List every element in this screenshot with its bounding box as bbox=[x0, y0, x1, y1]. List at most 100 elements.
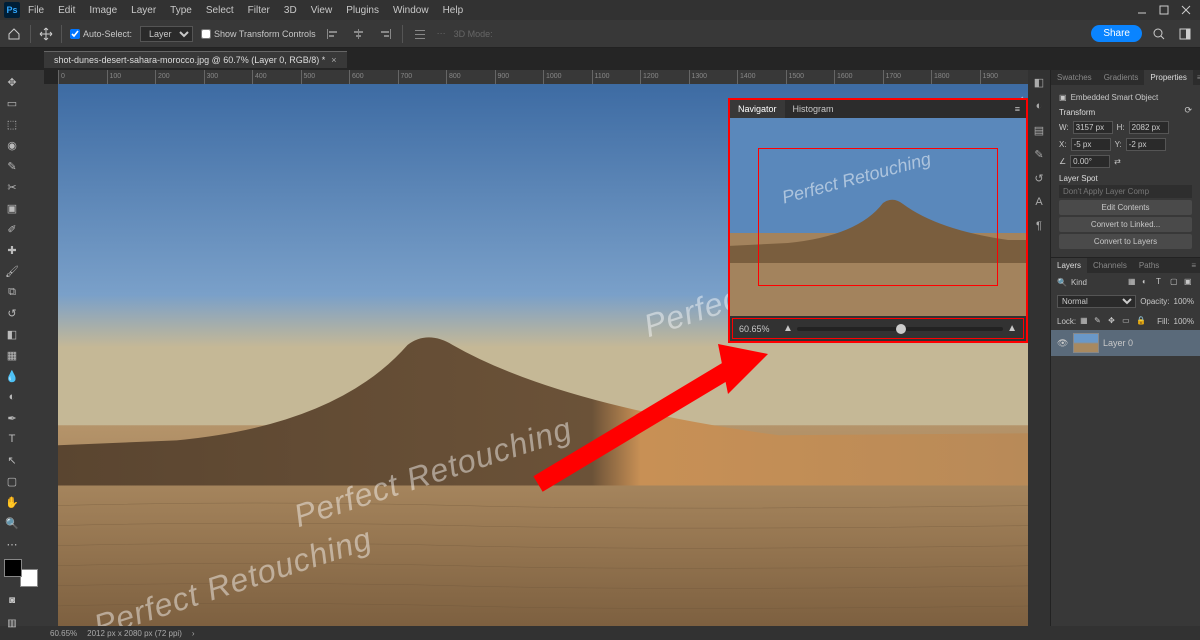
menu-help[interactable]: Help bbox=[437, 3, 470, 18]
layer-row[interactable]: 👁 Layer 0 bbox=[1051, 330, 1200, 356]
y-input[interactable] bbox=[1126, 138, 1166, 151]
x-input[interactable] bbox=[1071, 138, 1111, 151]
auto-select-checkbox[interactable]: Auto-Select: bbox=[70, 29, 132, 39]
edit-contents-button[interactable]: Edit Contents bbox=[1059, 200, 1192, 215]
close-icon[interactable] bbox=[1180, 4, 1192, 16]
gradient-tool-icon[interactable]: ▦ bbox=[2, 345, 22, 365]
layer-thumbnail[interactable] bbox=[1073, 333, 1099, 353]
convert-linked-button[interactable]: Convert to Linked... bbox=[1059, 217, 1192, 232]
adjustments-panel-icon[interactable]: ◐ bbox=[1031, 98, 1047, 114]
libraries-panel-icon[interactable]: ▤ bbox=[1031, 122, 1047, 138]
menu-file[interactable]: File bbox=[22, 3, 50, 18]
eyedropper-tool-icon[interactable]: ✐ bbox=[2, 219, 22, 239]
menu-type[interactable]: Type bbox=[164, 3, 198, 18]
zoom-tool-icon[interactable]: 🔍 bbox=[2, 513, 22, 533]
channels-tab[interactable]: Channels bbox=[1087, 258, 1133, 273]
frame-tool-icon[interactable]: ▣ bbox=[2, 198, 22, 218]
show-transform-checkbox[interactable]: Show Transform Controls bbox=[201, 29, 316, 39]
menu-window[interactable]: Window bbox=[387, 3, 435, 18]
fill-value[interactable]: 100% bbox=[1174, 317, 1194, 326]
gradients-tab[interactable]: Gradients bbox=[1098, 70, 1145, 85]
reset-icon[interactable]: ⟳ bbox=[1184, 105, 1192, 116]
foreground-color-swatch[interactable] bbox=[4, 559, 22, 577]
photoshop-logo-icon[interactable]: Ps bbox=[4, 2, 20, 18]
paths-tab[interactable]: Paths bbox=[1133, 258, 1165, 273]
convert-layers-button[interactable]: Convert to Layers bbox=[1059, 234, 1192, 249]
workspace-icon[interactable] bbox=[1178, 27, 1192, 41]
eraser-tool-icon[interactable]: ◧ bbox=[2, 324, 22, 344]
home-icon[interactable] bbox=[6, 26, 22, 42]
clone-tool-icon[interactable]: ⧉ bbox=[2, 282, 22, 302]
navigator-zoom-slider[interactable] bbox=[797, 327, 1003, 331]
lock-all-icon[interactable]: 🔒 bbox=[1136, 316, 1146, 326]
histogram-tab[interactable]: Histogram bbox=[785, 100, 842, 118]
properties-tab[interactable]: Properties bbox=[1144, 70, 1192, 85]
dodge-tool-icon[interactable]: ◐ bbox=[2, 387, 22, 407]
height-input[interactable] bbox=[1129, 121, 1169, 134]
quick-mask-icon[interactable]: ◙ bbox=[2, 590, 22, 610]
opacity-value[interactable]: 100% bbox=[1174, 297, 1194, 306]
width-input[interactable] bbox=[1073, 121, 1113, 134]
quick-select-tool-icon[interactable]: ✎ bbox=[2, 156, 22, 176]
maximize-icon[interactable] bbox=[1158, 4, 1170, 16]
layer-name[interactable]: Layer 0 bbox=[1103, 338, 1133, 348]
flip-h-icon[interactable]: ⇄ bbox=[1114, 157, 1121, 166]
history-panel-icon[interactable]: ↺ bbox=[1031, 170, 1047, 186]
menu-3d[interactable]: 3D bbox=[278, 3, 303, 18]
background-color-swatch[interactable] bbox=[20, 569, 38, 587]
history-brush-tool-icon[interactable]: ↺ bbox=[2, 303, 22, 323]
swatches-tab[interactable]: Swatches bbox=[1051, 70, 1098, 85]
blur-tool-icon[interactable]: 💧 bbox=[2, 366, 22, 386]
menu-image[interactable]: Image bbox=[83, 3, 123, 18]
lock-pixels-icon[interactable]: ✎ bbox=[1094, 316, 1104, 326]
path-tool-icon[interactable]: ↖ bbox=[2, 450, 22, 470]
align-right-icon[interactable] bbox=[378, 27, 392, 41]
menu-select[interactable]: Select bbox=[200, 3, 240, 18]
vertical-ruler[interactable] bbox=[44, 84, 58, 626]
align-left-icon[interactable] bbox=[326, 27, 340, 41]
close-tab-icon[interactable]: × bbox=[331, 55, 336, 65]
panel-menu-icon[interactable]: ≡ bbox=[1193, 70, 1200, 85]
distribute-icon[interactable] bbox=[413, 27, 427, 41]
healing-tool-icon[interactable]: ✚ bbox=[2, 240, 22, 260]
move-tool-icon[interactable]: ✥ bbox=[2, 72, 22, 92]
character-panel-icon[interactable]: A bbox=[1031, 194, 1047, 210]
zoom-in-icon[interactable]: ▲ bbox=[1007, 323, 1017, 334]
filter-shape-icon[interactable]: ▢ bbox=[1170, 277, 1180, 287]
navigator-preview[interactable]: Perfect Retouching bbox=[730, 118, 1026, 316]
filter-kind-icon[interactable]: 🔍 bbox=[1057, 278, 1067, 287]
menu-layer[interactable]: Layer bbox=[125, 3, 162, 18]
layers-tab[interactable]: Layers bbox=[1051, 258, 1087, 273]
menu-edit[interactable]: Edit bbox=[52, 3, 81, 18]
hand-tool-icon[interactable]: ✋ bbox=[2, 492, 22, 512]
paragraph-panel-icon[interactable]: ¶ bbox=[1031, 218, 1047, 234]
type-tool-icon[interactable]: T bbox=[2, 429, 22, 449]
lock-artboard-icon[interactable]: ▭ bbox=[1122, 316, 1132, 326]
menu-plugins[interactable]: Plugins bbox=[340, 3, 385, 18]
minimize-icon[interactable] bbox=[1136, 4, 1148, 16]
artboard-tool-icon[interactable]: ▭ bbox=[2, 93, 22, 113]
auto-select-dropdown[interactable]: Layer bbox=[140, 26, 193, 42]
menu-filter[interactable]: Filter bbox=[242, 3, 276, 18]
blend-mode-dropdown[interactable]: Normal bbox=[1057, 295, 1136, 308]
zoom-out-icon[interactable]: ▲ bbox=[783, 323, 793, 334]
search-icon[interactable] bbox=[1152, 27, 1166, 41]
lock-position-icon[interactable]: ✥ bbox=[1108, 316, 1118, 326]
brush-tool-icon[interactable]: 🖌 bbox=[2, 261, 22, 281]
screen-mode-icon[interactable]: ▥ bbox=[2, 613, 22, 633]
filter-smart-icon[interactable]: ▣ bbox=[1184, 277, 1194, 287]
lasso-tool-icon[interactable]: ◉ bbox=[2, 135, 22, 155]
pen-tool-icon[interactable]: ✒ bbox=[2, 408, 22, 428]
crop-tool-icon[interactable]: ✂ bbox=[2, 177, 22, 197]
panel-menu-icon[interactable]: ≡ bbox=[1187, 258, 1200, 273]
filter-pixel-icon[interactable]: ▦ bbox=[1128, 277, 1138, 287]
shape-tool-icon[interactable]: ▢ bbox=[2, 471, 22, 491]
color-panel-icon[interactable]: ◧ bbox=[1031, 74, 1047, 90]
edit-toolbar-icon[interactable]: ⋯ bbox=[2, 534, 22, 554]
panel-menu-icon[interactable]: ≡ bbox=[1009, 100, 1026, 118]
color-swatch[interactable] bbox=[2, 559, 40, 587]
lock-transparency-icon[interactable]: ▦ bbox=[1080, 316, 1090, 326]
filter-type-icon[interactable]: T bbox=[1156, 277, 1166, 287]
share-button[interactable]: Share bbox=[1091, 25, 1142, 42]
visibility-icon[interactable]: 👁 bbox=[1057, 338, 1069, 349]
